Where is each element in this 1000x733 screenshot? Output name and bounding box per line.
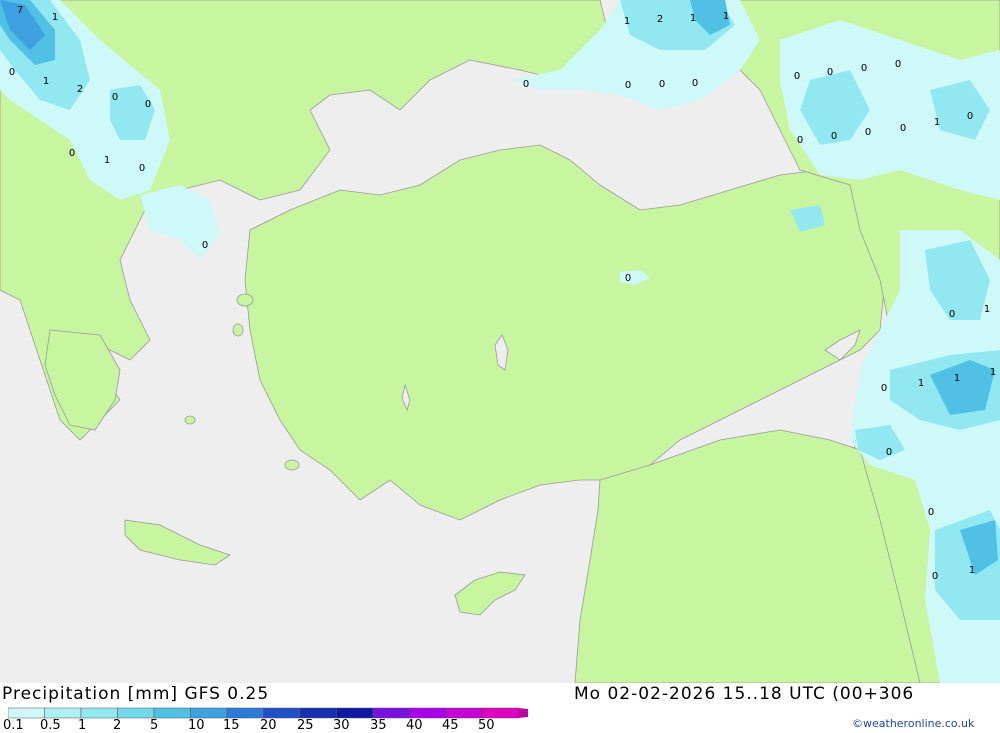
precip-value: 0	[794, 71, 800, 82]
precip-value: 7	[17, 5, 23, 16]
precip-value: 0	[625, 273, 631, 284]
precip-value: 0	[831, 131, 837, 142]
legend-swatch	[482, 707, 520, 719]
precip-value: 2	[77, 84, 83, 95]
precipitation-map: 7 1 0 1 2 0 0 0 1 0 0 1 2 1 1 0 0 0 0 0 0 0 0 0 0 0 0 1 0 0 0 1 0 1 1 1 0 0 0 1	[0, 0, 1000, 683]
legend-swatch	[117, 707, 155, 719]
precip-value: 1	[969, 565, 975, 576]
legend-swatch	[299, 707, 337, 719]
legend-tick-label: 10	[188, 718, 205, 733]
legend-swatch	[263, 707, 301, 719]
legend-swatch	[372, 707, 410, 719]
legend-tick-label: 5	[150, 718, 159, 733]
precip-value: 0	[932, 571, 938, 582]
legend-tick-label: 25	[297, 718, 314, 733]
legend-tick-label: 2	[113, 718, 122, 733]
legend-swatch	[226, 707, 264, 719]
precip-value: 1	[690, 13, 696, 24]
legend-tick-label: 0.5	[40, 718, 61, 733]
legend-arrow	[519, 708, 528, 718]
legend-swatch	[190, 707, 228, 719]
precip-value: 1	[990, 367, 996, 378]
legend-swatch	[44, 707, 82, 719]
legend-swatch	[8, 707, 45, 719]
legend-tick-label: 35	[370, 718, 387, 733]
precip-value: 0	[523, 79, 529, 90]
precip-value: 1	[934, 117, 940, 128]
precip-value: 1	[723, 11, 729, 22]
legend-tick-label: 20	[260, 718, 277, 733]
precip-value: 1	[918, 378, 924, 389]
precip-value: 1	[104, 155, 110, 166]
precip-value: 1	[984, 304, 990, 315]
precip-value: 0	[827, 67, 833, 78]
land-island-lesbos	[236, 293, 254, 307]
precip-value: 1	[43, 76, 49, 87]
precip-value: 0	[797, 135, 803, 146]
precip-value: 0	[967, 111, 973, 122]
precip-value: 0	[895, 59, 901, 70]
precip-value: 2	[657, 14, 663, 25]
map-title: Precipitation [mm] GFS 0.25	[2, 684, 270, 704]
land-island-rhodes	[284, 459, 300, 471]
precip-value: 0	[139, 163, 145, 174]
legend-tick-label: 40	[406, 718, 423, 733]
land-island-chios	[232, 323, 244, 337]
land-island-naxos	[184, 415, 196, 425]
legend-swatch	[445, 707, 483, 719]
precip-value: 1	[624, 16, 630, 27]
precip-value: 0	[881, 383, 887, 394]
precip-value: 0	[202, 240, 208, 251]
precip-value: 0	[949, 309, 955, 320]
precip-value: 0	[861, 63, 867, 74]
precip-value: 0	[69, 148, 75, 159]
legend-tick-label: 15	[223, 718, 240, 733]
legend-swatch	[409, 707, 447, 719]
precip-value: 0	[145, 99, 151, 110]
precip-value: 0	[900, 123, 906, 134]
legend-tick-label: 30	[333, 718, 350, 733]
precip-value: 0	[928, 507, 934, 518]
valid-time: Mo 02-02-2026 15..18 UTC (00+306	[574, 684, 915, 704]
legend-tick-label: 50	[478, 718, 495, 733]
precip-value: 0	[9, 67, 15, 78]
precip-value: 0	[625, 80, 631, 91]
precip-value: 0	[112, 92, 118, 103]
precip-value: 1	[954, 373, 960, 384]
precip-value: 1	[52, 12, 58, 23]
legend-swatch	[80, 707, 118, 719]
precip-value: 0	[865, 127, 871, 138]
precip-value: 0	[692, 78, 698, 89]
legend-tick-label: 1	[78, 718, 87, 733]
credit-link[interactable]: ©weatheronline.co.uk	[852, 717, 974, 730]
precip-value: 0	[659, 79, 665, 90]
legend-tick-label: 45	[442, 718, 459, 733]
legend-tick-label: 0.1	[3, 718, 24, 733]
precip-value: 0	[886, 447, 892, 458]
legend-swatch	[153, 707, 191, 719]
legend-swatch	[336, 707, 374, 719]
